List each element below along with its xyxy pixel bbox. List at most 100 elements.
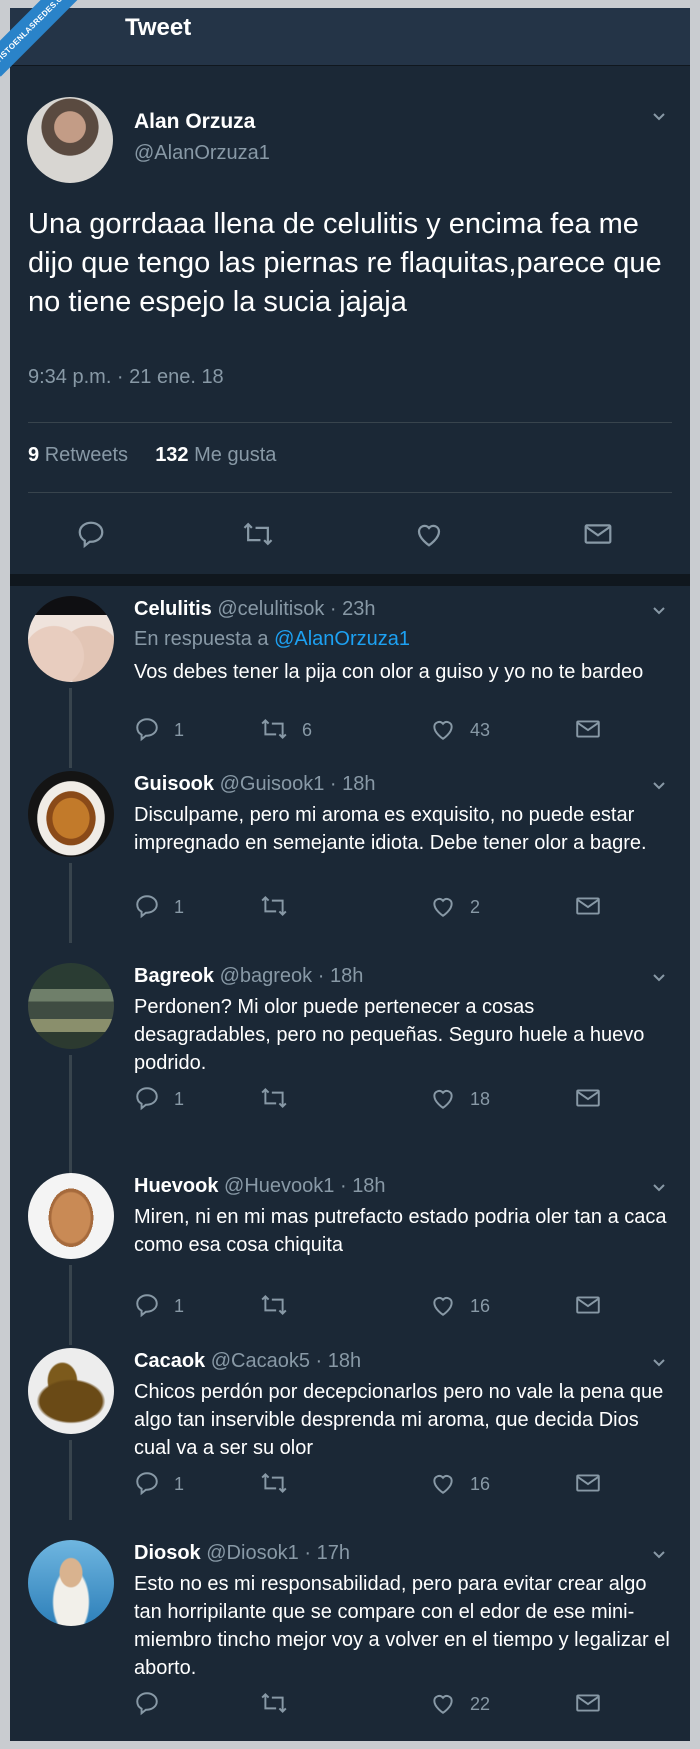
like-icon[interactable] bbox=[430, 893, 456, 919]
section-divider bbox=[10, 574, 690, 586]
author-handle[interactable]: @celulitisok bbox=[217, 598, 324, 620]
reply-time[interactable]: 18h bbox=[328, 1350, 361, 1372]
chevron-down-icon[interactable] bbox=[652, 971, 666, 985]
reply-count: 1 bbox=[174, 1474, 185, 1494]
like-icon[interactable] bbox=[430, 1690, 456, 1716]
author-handle[interactable]: @Diosok1 bbox=[206, 1542, 299, 1564]
reply-tweet[interactable]: Huevook @Huevook1 · 18h Miren, ni en mi … bbox=[10, 1173, 690, 1345]
reply-time[interactable]: 18h bbox=[330, 965, 363, 987]
avatar[interactable] bbox=[27, 97, 113, 183]
retweet-icon[interactable] bbox=[260, 1690, 288, 1716]
likes-count[interactable]: 132 bbox=[155, 444, 188, 466]
likes-label[interactable]: Me gusta bbox=[194, 444, 276, 466]
like-icon[interactable] bbox=[430, 1292, 456, 1318]
reply-actions: 1 18 bbox=[134, 1085, 674, 1111]
watermark-text: VISTOENLASREDES.COM bbox=[0, 0, 80, 77]
author-name[interactable]: Huevook bbox=[134, 1175, 218, 1197]
author-handle[interactable]: @Guisook1 bbox=[220, 773, 325, 795]
author-handle[interactable]: @Huevook1 bbox=[224, 1175, 334, 1197]
divider bbox=[28, 492, 672, 493]
like-count: 16 bbox=[470, 1296, 491, 1316]
reply-tweet[interactable]: Bagreok @bagreok · 18h Perdonen? Mi olor… bbox=[10, 963, 690, 1175]
reply-icon[interactable] bbox=[134, 716, 160, 742]
reply-tweet[interactable]: Celulitis @celulitisok · 23h En respuest… bbox=[10, 596, 690, 768]
author-name[interactable]: Celulitis bbox=[134, 598, 212, 620]
like-icon[interactable] bbox=[430, 1470, 456, 1496]
author-name[interactable]: Diosok bbox=[134, 1542, 201, 1564]
reply-tweet[interactable]: Guisook @Guisook1 · 18h Disculpame, pero… bbox=[10, 771, 690, 943]
message-icon[interactable] bbox=[574, 893, 602, 919]
reply-actions: 22 bbox=[134, 1690, 674, 1716]
avatar[interactable] bbox=[28, 1348, 114, 1434]
avatar[interactable] bbox=[28, 1173, 114, 1259]
reply-text: Chicos perdón por decepcionarlos pero no… bbox=[134, 1381, 664, 1459]
reply-icon[interactable] bbox=[134, 893, 160, 919]
thread-line bbox=[69, 1055, 72, 1175]
avatar[interactable] bbox=[28, 596, 114, 682]
author-name[interactable]: Guisook bbox=[134, 773, 214, 795]
reply-actions: 1 2 bbox=[134, 893, 674, 919]
author-handle[interactable]: @Cacaok5 bbox=[211, 1350, 310, 1372]
reply-count: 1 bbox=[174, 1089, 185, 1109]
tweet-screen: Tweet Alan Orzuza @AlanOrzuza1 Una gorrd… bbox=[10, 8, 690, 1741]
reply-icon[interactable] bbox=[134, 1690, 160, 1716]
like-count: 22 bbox=[470, 1694, 491, 1714]
retweet-icon[interactable] bbox=[260, 1292, 288, 1318]
like-icon[interactable] bbox=[414, 519, 444, 549]
like-count: 18 bbox=[470, 1089, 491, 1109]
chevron-down-icon[interactable] bbox=[652, 604, 666, 618]
reply-header: Huevook @Huevook1 · 18h bbox=[134, 1175, 386, 1197]
author-handle[interactable]: @bagreok bbox=[220, 965, 313, 987]
like-icon[interactable] bbox=[430, 716, 456, 742]
reply-header: Bagreok @bagreok · 18h bbox=[134, 965, 364, 987]
reply-tweet[interactable]: Cacaok @Cacaok5 · 18h Chicos perdón por … bbox=[10, 1348, 690, 1520]
retweet-icon[interactable] bbox=[260, 716, 288, 742]
thread-line bbox=[69, 1265, 72, 1345]
watermark-logo: VISTOENLASREDES.COM bbox=[0, 0, 80, 80]
reply-header: Cacaok @Cacaok5 · 18h bbox=[134, 1350, 362, 1372]
retweet-icon[interactable] bbox=[242, 519, 274, 549]
main-tweet[interactable]: Alan Orzuza @AlanOrzuza1 Una gorrdaaa ll… bbox=[10, 66, 690, 572]
reply-icon[interactable] bbox=[76, 519, 106, 549]
like-count: 16 bbox=[470, 1474, 491, 1494]
in-reply-to: En respuesta a @AlanOrzuza1 bbox=[134, 628, 410, 651]
author-name[interactable]: Alan Orzuza bbox=[134, 110, 255, 134]
message-icon[interactable] bbox=[574, 716, 602, 742]
message-icon[interactable] bbox=[574, 1470, 602, 1496]
retweet-icon[interactable] bbox=[260, 1470, 288, 1496]
message-icon[interactable] bbox=[574, 1085, 602, 1111]
author-name[interactable]: Bagreok bbox=[134, 965, 214, 987]
retweet-icon[interactable] bbox=[260, 1085, 288, 1111]
message-icon[interactable] bbox=[574, 1292, 602, 1318]
reply-tweet[interactable]: Diosok @Diosok1 · 17h Esto no es mi resp… bbox=[10, 1540, 690, 1740]
author-name[interactable]: Cacaok bbox=[134, 1350, 205, 1372]
reply-count: 1 bbox=[174, 897, 185, 917]
chevron-down-icon[interactable] bbox=[652, 110, 666, 124]
chevron-down-icon[interactable] bbox=[652, 1548, 666, 1562]
tweet-timestamp[interactable]: 9:34 p.m. · 21 ene. 18 bbox=[28, 366, 224, 389]
retweet-icon[interactable] bbox=[260, 893, 288, 919]
message-icon[interactable] bbox=[582, 519, 614, 549]
avatar[interactable] bbox=[28, 963, 114, 1049]
reply-time[interactable]: 17h bbox=[317, 1542, 350, 1564]
author-handle[interactable]: @AlanOrzuza1 bbox=[134, 142, 270, 165]
reply-time[interactable]: 18h bbox=[352, 1175, 385, 1197]
reply-text: Miren, ni en mi mas putrefacto estado po… bbox=[134, 1206, 667, 1256]
chevron-down-icon[interactable] bbox=[652, 1356, 666, 1370]
reply-header: Celulitis @celulitisok · 23h bbox=[134, 598, 376, 620]
retweets-label[interactable]: Retweets bbox=[45, 444, 128, 466]
retweets-count[interactable]: 9 bbox=[28, 444, 39, 466]
message-icon[interactable] bbox=[574, 1690, 602, 1716]
avatar[interactable] bbox=[28, 771, 114, 857]
reply-icon[interactable] bbox=[134, 1470, 160, 1496]
avatar[interactable] bbox=[28, 1540, 114, 1626]
reply-time[interactable]: 18h bbox=[342, 773, 375, 795]
like-icon[interactable] bbox=[430, 1085, 456, 1111]
reply-text: Disculpame, pero mi aroma es exquisito, … bbox=[134, 804, 647, 854]
chevron-down-icon[interactable] bbox=[652, 1181, 666, 1195]
chevron-down-icon[interactable] bbox=[652, 779, 666, 793]
reply-icon[interactable] bbox=[134, 1085, 160, 1111]
in-reply-to-link[interactable]: @AlanOrzuza1 bbox=[274, 628, 410, 650]
reply-time[interactable]: 23h bbox=[342, 598, 375, 620]
reply-icon[interactable] bbox=[134, 1292, 160, 1318]
